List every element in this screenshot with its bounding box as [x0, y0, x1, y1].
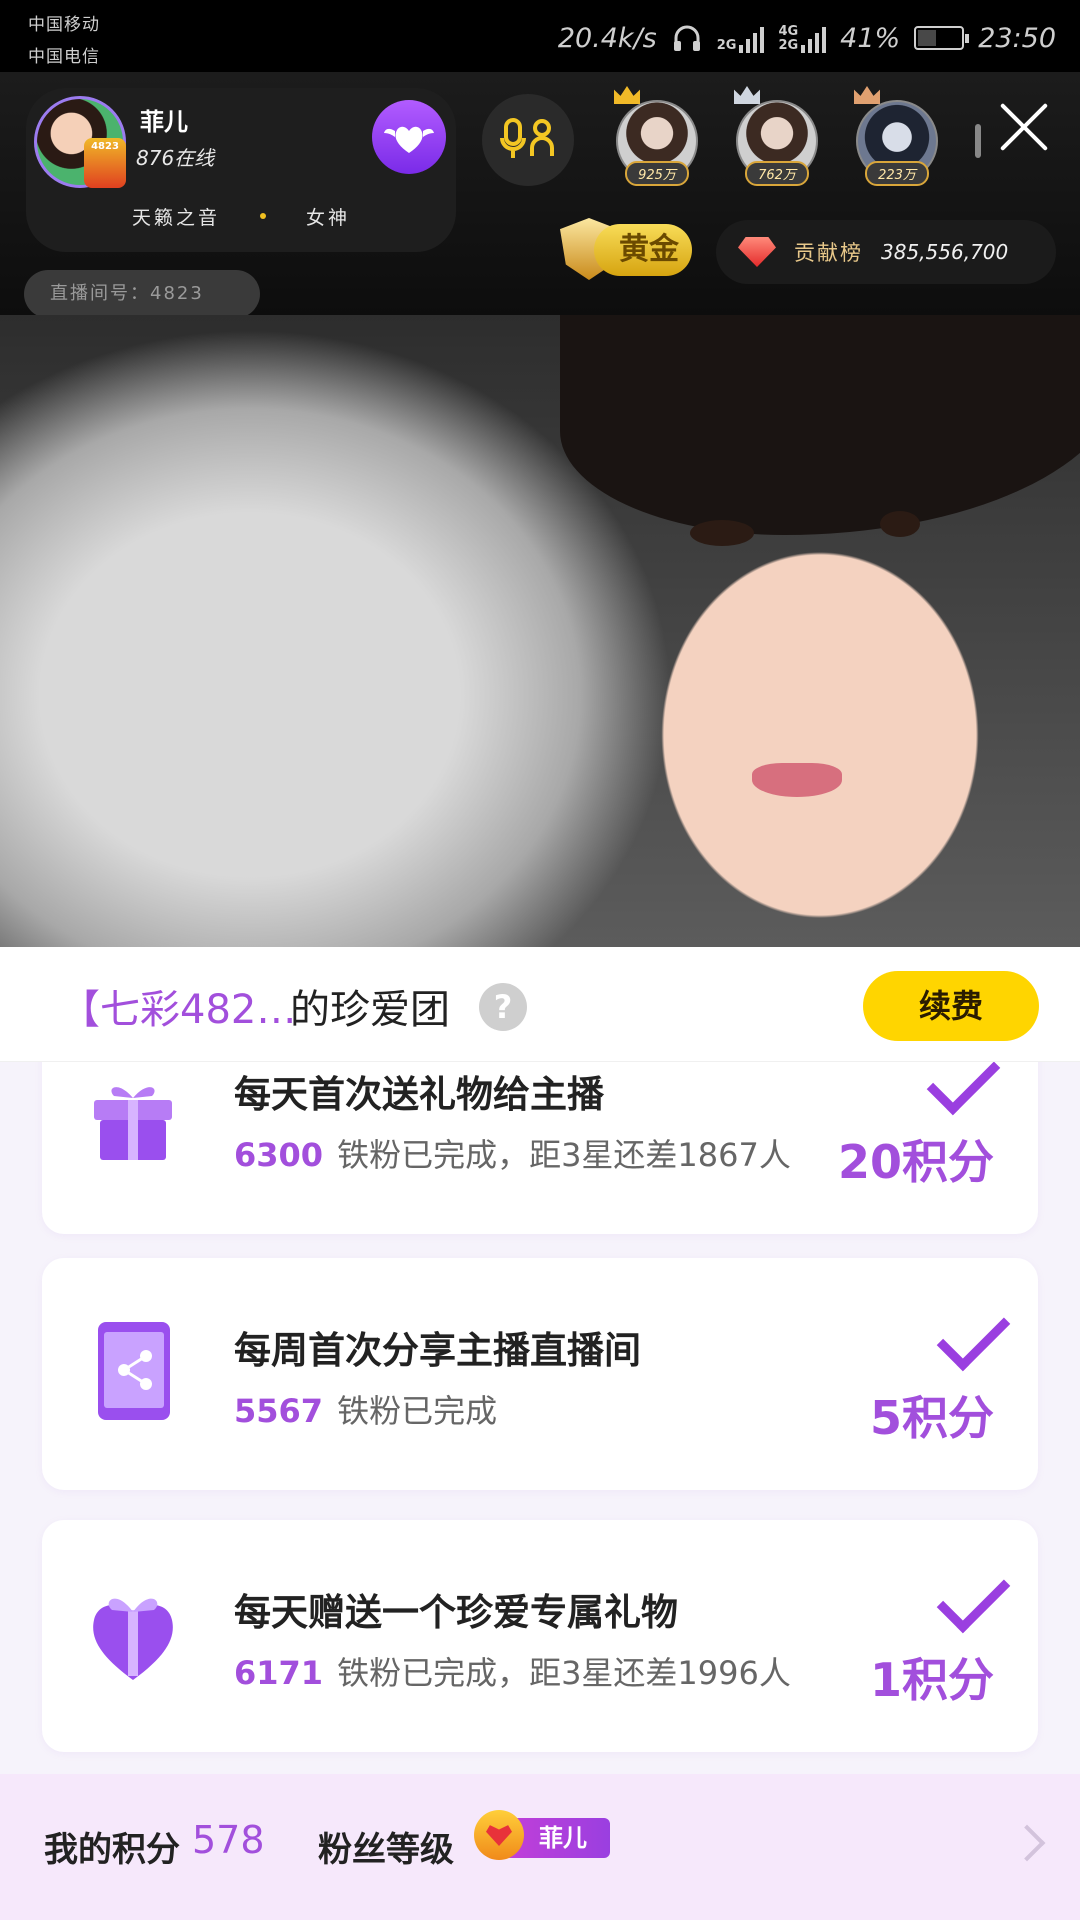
heart-icon	[474, 1810, 524, 1860]
check-icon	[932, 1578, 1006, 1626]
task-count: 5567	[234, 1392, 324, 1430]
my-points-value: 578	[192, 1818, 265, 1862]
check-icon	[932, 1316, 1006, 1364]
network-type-2: 4G 2G	[778, 24, 799, 53]
task-count: 6171	[234, 1654, 324, 1692]
group-name[interactable]: 【七彩482…	[60, 977, 296, 1035]
contribution-label: 贡献榜	[794, 241, 863, 265]
battery-icon	[914, 26, 970, 50]
clock: 23:50	[978, 22, 1056, 54]
task-points: 5积分	[869, 1391, 994, 1445]
heart-gift-icon	[93, 1598, 173, 1680]
love-group-button[interactable]	[372, 100, 446, 174]
task-title: 每天赠送一个珍爱专属礼物	[234, 1591, 678, 1634]
fan-contribution: 223万	[865, 161, 929, 186]
chevron-right-icon[interactable]	[1008, 1824, 1046, 1862]
task-title: 每周首次分享主播直播间	[234, 1329, 641, 1372]
fan-info-bar[interactable]: 我的积分 578 粉丝等级 菲儿	[0, 1774, 1080, 1920]
fan-contribution: 925万	[625, 161, 689, 186]
task-card: 每天赠送一个珍爱专属礼物 6171 铁粉已完成，距3星还差1996人 1积分	[42, 1520, 1038, 1752]
room-number: 直播间号：4823	[24, 270, 260, 318]
host-tag-2: 女神	[306, 206, 351, 229]
task-status: 铁粉已完成，距3星还差1996人	[337, 1654, 791, 1692]
network-type-1: 2G	[716, 38, 737, 53]
headphone-icon	[673, 25, 700, 51]
gift-icon	[94, 1087, 172, 1160]
gold-level-badge[interactable]: 黄金	[560, 218, 692, 280]
fan-contribution: 762万	[745, 161, 809, 186]
battery-percent: 41%	[840, 22, 901, 54]
task-card: 每周首次分享主播直播间 5567 铁粉已完成 5积分	[42, 1258, 1038, 1490]
fan-level-badge: 菲儿	[474, 1810, 610, 1860]
love-group-header: 【七彩482… 的珍爱团 ? 续费	[0, 947, 1080, 1062]
tag-separator	[260, 213, 266, 219]
winged-heart-icon	[384, 126, 434, 153]
network-speed: 20.4k/s	[557, 22, 657, 54]
live-header: 4823 菲儿 876在线 天籁之音 女神 925万 762万 223万 黄金 …	[0, 72, 1080, 318]
video-detail	[752, 763, 842, 797]
host-name: 菲儿	[140, 108, 188, 136]
task-stat: 5567 铁粉已完成	[234, 1386, 497, 1432]
crown-icon	[854, 86, 880, 104]
status-bar: 中国移动 中国电信 20.4k/s 2G 4G 2G 41% 23:50	[0, 0, 1080, 72]
host-tags: 天籁之音 女神	[26, 196, 456, 236]
close-icon[interactable]	[996, 100, 1052, 156]
crown-icon	[734, 86, 760, 104]
carrier-1: 中国移动	[28, 15, 100, 35]
host-card[interactable]: 4823 菲儿 876在线 天籁之音 女神	[26, 88, 456, 252]
group-suffix: 的珍爱团	[290, 987, 450, 1033]
task-title: 每天首次送礼物给主播	[234, 1073, 604, 1116]
host-level-badge: 4823	[84, 138, 126, 188]
task-status: 铁粉已完成	[337, 1392, 498, 1430]
task-points: 20积分	[837, 1135, 994, 1189]
contribution-value: 385,556,700	[881, 240, 1009, 264]
renew-button[interactable]: 续费	[863, 971, 1039, 1041]
task-status: 铁粉已完成，距3星还差1867人	[337, 1136, 791, 1174]
carrier-2: 中国电信	[28, 47, 100, 67]
check-icon	[922, 1062, 996, 1108]
fan-level-label: 粉丝等级	[318, 1830, 454, 1870]
top-fan-avatar-3[interactable]: 223万	[854, 86, 938, 186]
phone-share-icon	[98, 1322, 170, 1420]
live-video[interactable]	[0, 315, 1080, 947]
video-detail	[880, 511, 920, 537]
fan-list-more[interactable]	[975, 124, 981, 158]
task-list[interactable]: 每天首次送礼物给主播 6300 铁粉已完成，距3星还差1867人 20积分 每周首…	[0, 1062, 1080, 1774]
mic-user-icon	[500, 118, 554, 158]
gold-label: 黄金	[594, 224, 692, 276]
my-points-label: 我的积分	[44, 1830, 180, 1870]
video-detail	[690, 520, 754, 546]
task-card: 每天首次送礼物给主播 6300 铁粉已完成，距3星还差1867人 20积分	[42, 1062, 1038, 1234]
top-fan-avatar-2[interactable]: 762万	[734, 86, 818, 186]
diamond-icon	[738, 237, 776, 267]
contribution-board-button[interactable]: 贡献榜 385,556,700	[716, 220, 1056, 284]
host-tag-1: 天籁之音	[131, 206, 220, 229]
live-room-screen: 中国移动 中国电信 20.4k/s 2G 4G 2G 41% 23:50 4823…	[0, 0, 1080, 1920]
task-stat: 6300 铁粉已完成，距3星还差1867人	[234, 1130, 791, 1176]
online-count: 876在线	[136, 146, 215, 170]
task-count: 6300	[234, 1136, 324, 1174]
top-fan-avatar-1[interactable]: 925万	[614, 86, 698, 186]
crown-icon	[614, 86, 640, 104]
signal-icon-2: 4G 2G	[778, 23, 827, 53]
status-icons: 20.4k/s 2G 4G 2G 41% 23:50	[558, 18, 1056, 58]
signal-icon: 2G	[717, 23, 765, 53]
task-stat: 6171 铁粉已完成，距3星还差1996人	[234, 1648, 791, 1694]
help-icon[interactable]: ?	[479, 983, 527, 1031]
task-points: 1积分	[869, 1653, 994, 1707]
mic-link-button[interactable]	[482, 94, 574, 186]
